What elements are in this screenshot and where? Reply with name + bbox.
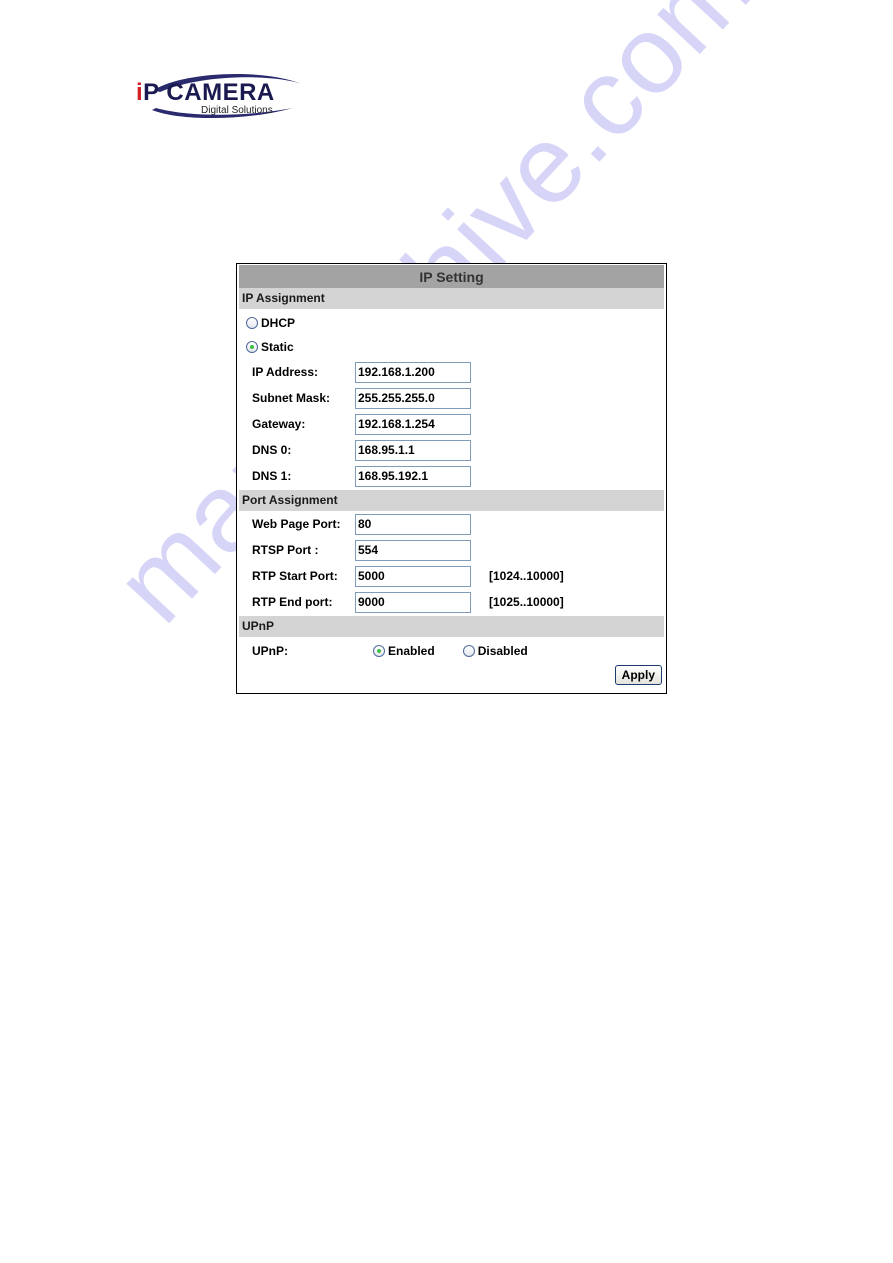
subnet-mask-input[interactable] (355, 387, 471, 409)
dns1-row: DNS 1: (237, 463, 666, 489)
static-label: Static (261, 340, 294, 354)
section-port-assignment: Port Assignment (239, 490, 664, 511)
dns1-label: DNS 1: (252, 469, 292, 483)
section-upnp: UPnP (239, 616, 664, 637)
apply-container: Apply (614, 665, 662, 685)
ip-camera-logo: iP CAMERA Digital Solutions (132, 68, 317, 124)
logo-brand: iP CAMERA (136, 79, 275, 106)
subnet-mask-row: Subnet Mask: (237, 385, 666, 411)
apply-button[interactable]: Apply (614, 665, 662, 685)
rtsp-port-label: RTSP Port : (252, 543, 319, 557)
static-radio[interactable] (246, 341, 258, 353)
ip-address-label: IP Address: (252, 365, 319, 379)
upnp-enabled-label: Enabled (388, 644, 435, 658)
rtp-end-port-input[interactable] (355, 591, 471, 613)
rtsp-port-input[interactable] (355, 539, 471, 561)
upnp-enabled-option[interactable]: Enabled (373, 644, 435, 658)
dns0-label: DNS 0: (252, 443, 292, 457)
gateway-label: Gateway: (252, 417, 306, 431)
web-page-port-input[interactable] (355, 513, 471, 535)
ip-setting-panel: IP Setting IP Assignment DHCP Static IP … (236, 263, 667, 694)
rtp-end-port-label: RTP End port: (252, 595, 333, 609)
rtp-start-port-label: RTP Start Port: (252, 569, 338, 583)
upnp-label: UPnP: (252, 644, 288, 658)
dns0-row: DNS 0: (237, 437, 666, 463)
rtp-end-port-row: RTP End port: [1025..10000] (237, 589, 666, 615)
dhcp-option[interactable]: DHCP (237, 311, 666, 335)
ip-address-input[interactable] (355, 361, 471, 383)
upnp-disabled-label: Disabled (477, 644, 528, 658)
upnp-disabled-radio[interactable] (462, 645, 475, 657)
subnet-mask-label: Subnet Mask: (252, 391, 331, 405)
gateway-row: Gateway: (237, 411, 666, 437)
dns0-input[interactable] (355, 439, 471, 461)
web-page-port-label: Web Page Port: (252, 517, 341, 531)
rtp-start-port-row: RTP Start Port: [1024..10000] (237, 563, 666, 589)
rtp-end-port-range: [1025..10000] (489, 595, 564, 609)
rtsp-port-row: RTSP Port : (237, 537, 666, 563)
web-page-port-row: Web Page Port: (237, 511, 666, 537)
upnp-enabled-radio[interactable] (373, 645, 385, 657)
rtp-start-port-input[interactable] (355, 565, 471, 587)
gateway-input[interactable] (355, 413, 471, 435)
upnp-row: UPnP: Enabled Disabled (237, 637, 666, 665)
section-ip-assignment: IP Assignment (239, 288, 664, 309)
static-option[interactable]: Static (237, 335, 666, 359)
ip-address-row: IP Address: (237, 359, 666, 385)
rtp-start-port-range: [1024..10000] (489, 569, 564, 583)
dns1-input[interactable] (355, 465, 471, 487)
dhcp-radio[interactable] (246, 317, 258, 329)
dhcp-label: DHCP (261, 316, 296, 330)
logo-tagline: Digital Solutions (201, 105, 273, 116)
upnp-disabled-option[interactable]: Disabled (462, 644, 528, 658)
panel-title: IP Setting (239, 265, 664, 288)
